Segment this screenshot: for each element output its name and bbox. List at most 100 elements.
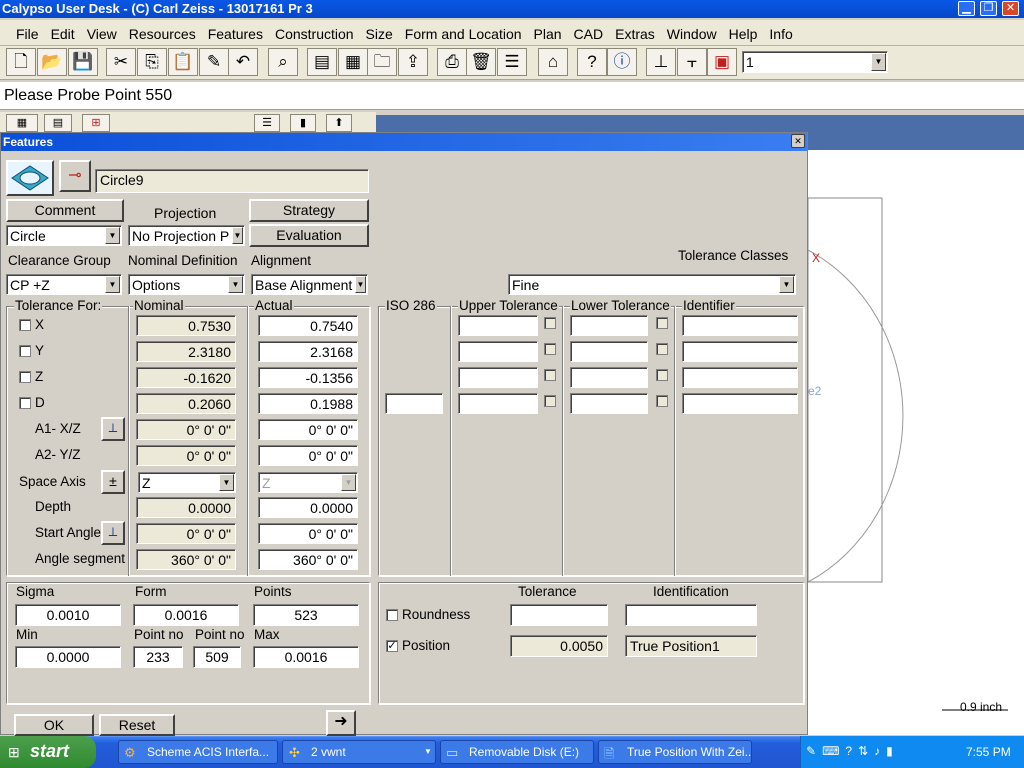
chevron-down-icon[interactable]: ▼ xyxy=(219,474,234,491)
chevron-down-icon[interactable]: ▼ xyxy=(779,276,794,293)
stop-icon[interactable]: ▣ xyxy=(707,48,737,76)
trash-icon[interactable]: 🗑 xyxy=(466,48,496,76)
strategy-button[interactable]: Strategy xyxy=(249,199,369,222)
tray-volume-icon[interactable]: ♪ xyxy=(874,744,886,758)
probe-toggle-icon[interactable]: ⊸ xyxy=(59,160,91,192)
ok-button[interactable]: OK xyxy=(14,714,94,736)
a2-nominal-field[interactable]: 0° 0' 0" xyxy=(136,445,236,466)
feature-name-field[interactable]: Circle9 xyxy=(95,169,369,193)
probe-change-icon[interactable]: ⫟ xyxy=(677,48,707,76)
view-icon-1[interactable]: ▦ xyxy=(6,114,38,132)
clearance-group-select[interactable]: CP +Z ▼ xyxy=(6,274,122,295)
tray-icons[interactable]: ✎⌨?⇅♪▮ xyxy=(806,744,899,758)
coord-y-actual-field[interactable]: 2.3168 xyxy=(258,341,358,362)
menu-features[interactable]: Features xyxy=(202,20,269,44)
binoculars-icon[interactable]: ⌕ xyxy=(268,48,298,76)
menu-view[interactable]: View xyxy=(81,20,123,44)
probe-icon[interactable]: ⊥ xyxy=(646,48,676,76)
menu-extras[interactable]: Extras xyxy=(609,20,661,44)
info-icon[interactable]: ⓘ xyxy=(607,48,637,76)
paste-icon[interactable]: 📋 xyxy=(168,48,198,76)
upper-tolerance-field[interactable] xyxy=(458,315,538,336)
comment-button[interactable]: Comment xyxy=(6,199,124,222)
menu-help[interactable]: Help xyxy=(723,20,764,44)
menu-construction[interactable]: Construction xyxy=(269,20,360,44)
upper-tolerance-field[interactable] xyxy=(458,341,538,362)
max-field[interactable]: 0.0016 xyxy=(253,646,359,668)
menu-info[interactable]: Info xyxy=(763,20,798,44)
chevron-down-icon[interactable]: ▼ xyxy=(105,227,120,244)
lower-tolerance-field[interactable] xyxy=(570,393,648,414)
depth-actual-field[interactable]: 0.0000 xyxy=(258,497,358,518)
lower-tolerance-field[interactable] xyxy=(570,315,648,336)
upper-tolerance-field[interactable] xyxy=(458,393,538,414)
angle-picker-icon[interactable]: ⟂ xyxy=(101,417,125,441)
chevron-down-icon[interactable]: ▼ xyxy=(871,53,886,71)
evaluation-button[interactable]: Evaluation xyxy=(249,224,369,247)
coord-d-nominal-field[interactable]: 0.2060 xyxy=(136,393,236,414)
stack-icon[interactable]: ▮ xyxy=(290,114,316,132)
open-folder-icon[interactable]: 📂 xyxy=(37,48,67,76)
point-no-max-field[interactable]: 509 xyxy=(193,646,241,668)
tolerance-y-checkbox[interactable] xyxy=(19,345,31,357)
roundness-identification-field[interactable] xyxy=(625,604,757,626)
axis-sign-toggle-button[interactable]: ± xyxy=(101,470,125,494)
angle-segment-nominal-field[interactable]: 360° 0' 0" xyxy=(136,549,236,570)
tray-keyboard-icon[interactable]: ⌨ xyxy=(822,744,845,758)
undo-icon[interactable]: ↶ xyxy=(228,48,258,76)
cut-icon[interactable]: ✂ xyxy=(106,48,136,76)
points-field[interactable]: 523 xyxy=(253,604,359,626)
tray-pen-icon[interactable]: ✎ xyxy=(806,744,822,758)
menu-plan[interactable]: Plan xyxy=(528,20,568,44)
chevron-down-icon[interactable]: ▼ xyxy=(355,276,366,293)
identifier-field[interactable] xyxy=(682,341,798,362)
reset-button[interactable]: Reset xyxy=(99,714,175,736)
brush-icon[interactable]: ✎ xyxy=(199,48,229,76)
depth-nominal-field[interactable]: 0.0000 xyxy=(136,497,236,518)
settings-plan-icon[interactable]: ▦ xyxy=(338,48,368,76)
start-angle-picker-icon[interactable]: ⟂ xyxy=(101,521,125,545)
task-vwnt[interactable]: 2 vwnt xyxy=(282,740,436,764)
upper-tolerance-checkbox[interactable] xyxy=(544,317,556,329)
roundness-tolerance-field[interactable] xyxy=(510,604,608,626)
upper-tolerance-checkbox[interactable] xyxy=(544,395,556,407)
save-icon[interactable]: 💾 xyxy=(68,48,98,76)
a2-actual-field[interactable]: 0° 0' 0" xyxy=(258,445,358,466)
feature-type-select[interactable]: Circle ▼ xyxy=(6,225,122,246)
coord-d-actual-field[interactable]: 0.1988 xyxy=(258,393,358,414)
chevron-down-icon[interactable]: ▼ xyxy=(228,276,243,293)
tolerance-class-select[interactable]: Fine ▼ xyxy=(508,274,796,295)
export-plan-icon[interactable]: ⇪ xyxy=(398,48,428,76)
machine-icon[interactable]: ⌂ xyxy=(538,48,568,76)
help-icon[interactable]: ? xyxy=(577,48,607,76)
new-file-icon[interactable]: 🗋 xyxy=(6,48,36,76)
start-angle-actual-field[interactable]: 0° 0' 0" xyxy=(258,523,358,544)
print-icon[interactable]: ⎙ xyxy=(437,48,467,76)
edit-plan-icon[interactable]: ▤ xyxy=(307,48,337,76)
tolerance-x-checkbox[interactable] xyxy=(19,319,31,331)
lower-tolerance-field[interactable] xyxy=(570,367,648,388)
view-icon-2[interactable]: ▤ xyxy=(44,114,72,132)
start-angle-nominal-field[interactable]: 0° 0' 0" xyxy=(136,523,236,544)
task-true-position[interactable]: True Position With Zei... xyxy=(598,740,752,764)
circle-feature-icon[interactable] xyxy=(6,160,54,196)
maximize-button[interactable]: ❐ xyxy=(980,1,997,16)
close-dialog-button[interactable]: ✕ xyxy=(791,134,805,148)
position-identification-field[interactable]: True Position1 xyxy=(625,635,757,657)
list-icon[interactable]: ☰ xyxy=(254,114,280,132)
identifier-field[interactable] xyxy=(682,315,798,336)
tolerance-z-checkbox[interactable] xyxy=(19,371,31,383)
projection-select[interactable]: No Projection P ▼ xyxy=(128,225,245,246)
menu-form-location[interactable]: Form and Location xyxy=(399,20,528,44)
lower-tolerance-checkbox[interactable] xyxy=(656,369,668,381)
sigma-field[interactable]: 0.0010 xyxy=(15,604,121,626)
lower-tolerance-checkbox[interactable] xyxy=(656,317,668,329)
tray-help-icon[interactable]: ? xyxy=(845,744,858,758)
minimize-button[interactable]: ▁ xyxy=(958,1,975,16)
coord-x-actual-field[interactable]: 0.7540 xyxy=(258,315,358,336)
report-icon[interactable]: ☰ xyxy=(497,48,527,76)
identifier-field[interactable] xyxy=(682,367,798,388)
coord-z-nominal-field[interactable]: -0.1620 xyxy=(136,367,236,388)
coord-x-nominal-field[interactable]: 0.7530 xyxy=(136,315,236,336)
menu-cad[interactable]: CAD xyxy=(568,20,610,44)
